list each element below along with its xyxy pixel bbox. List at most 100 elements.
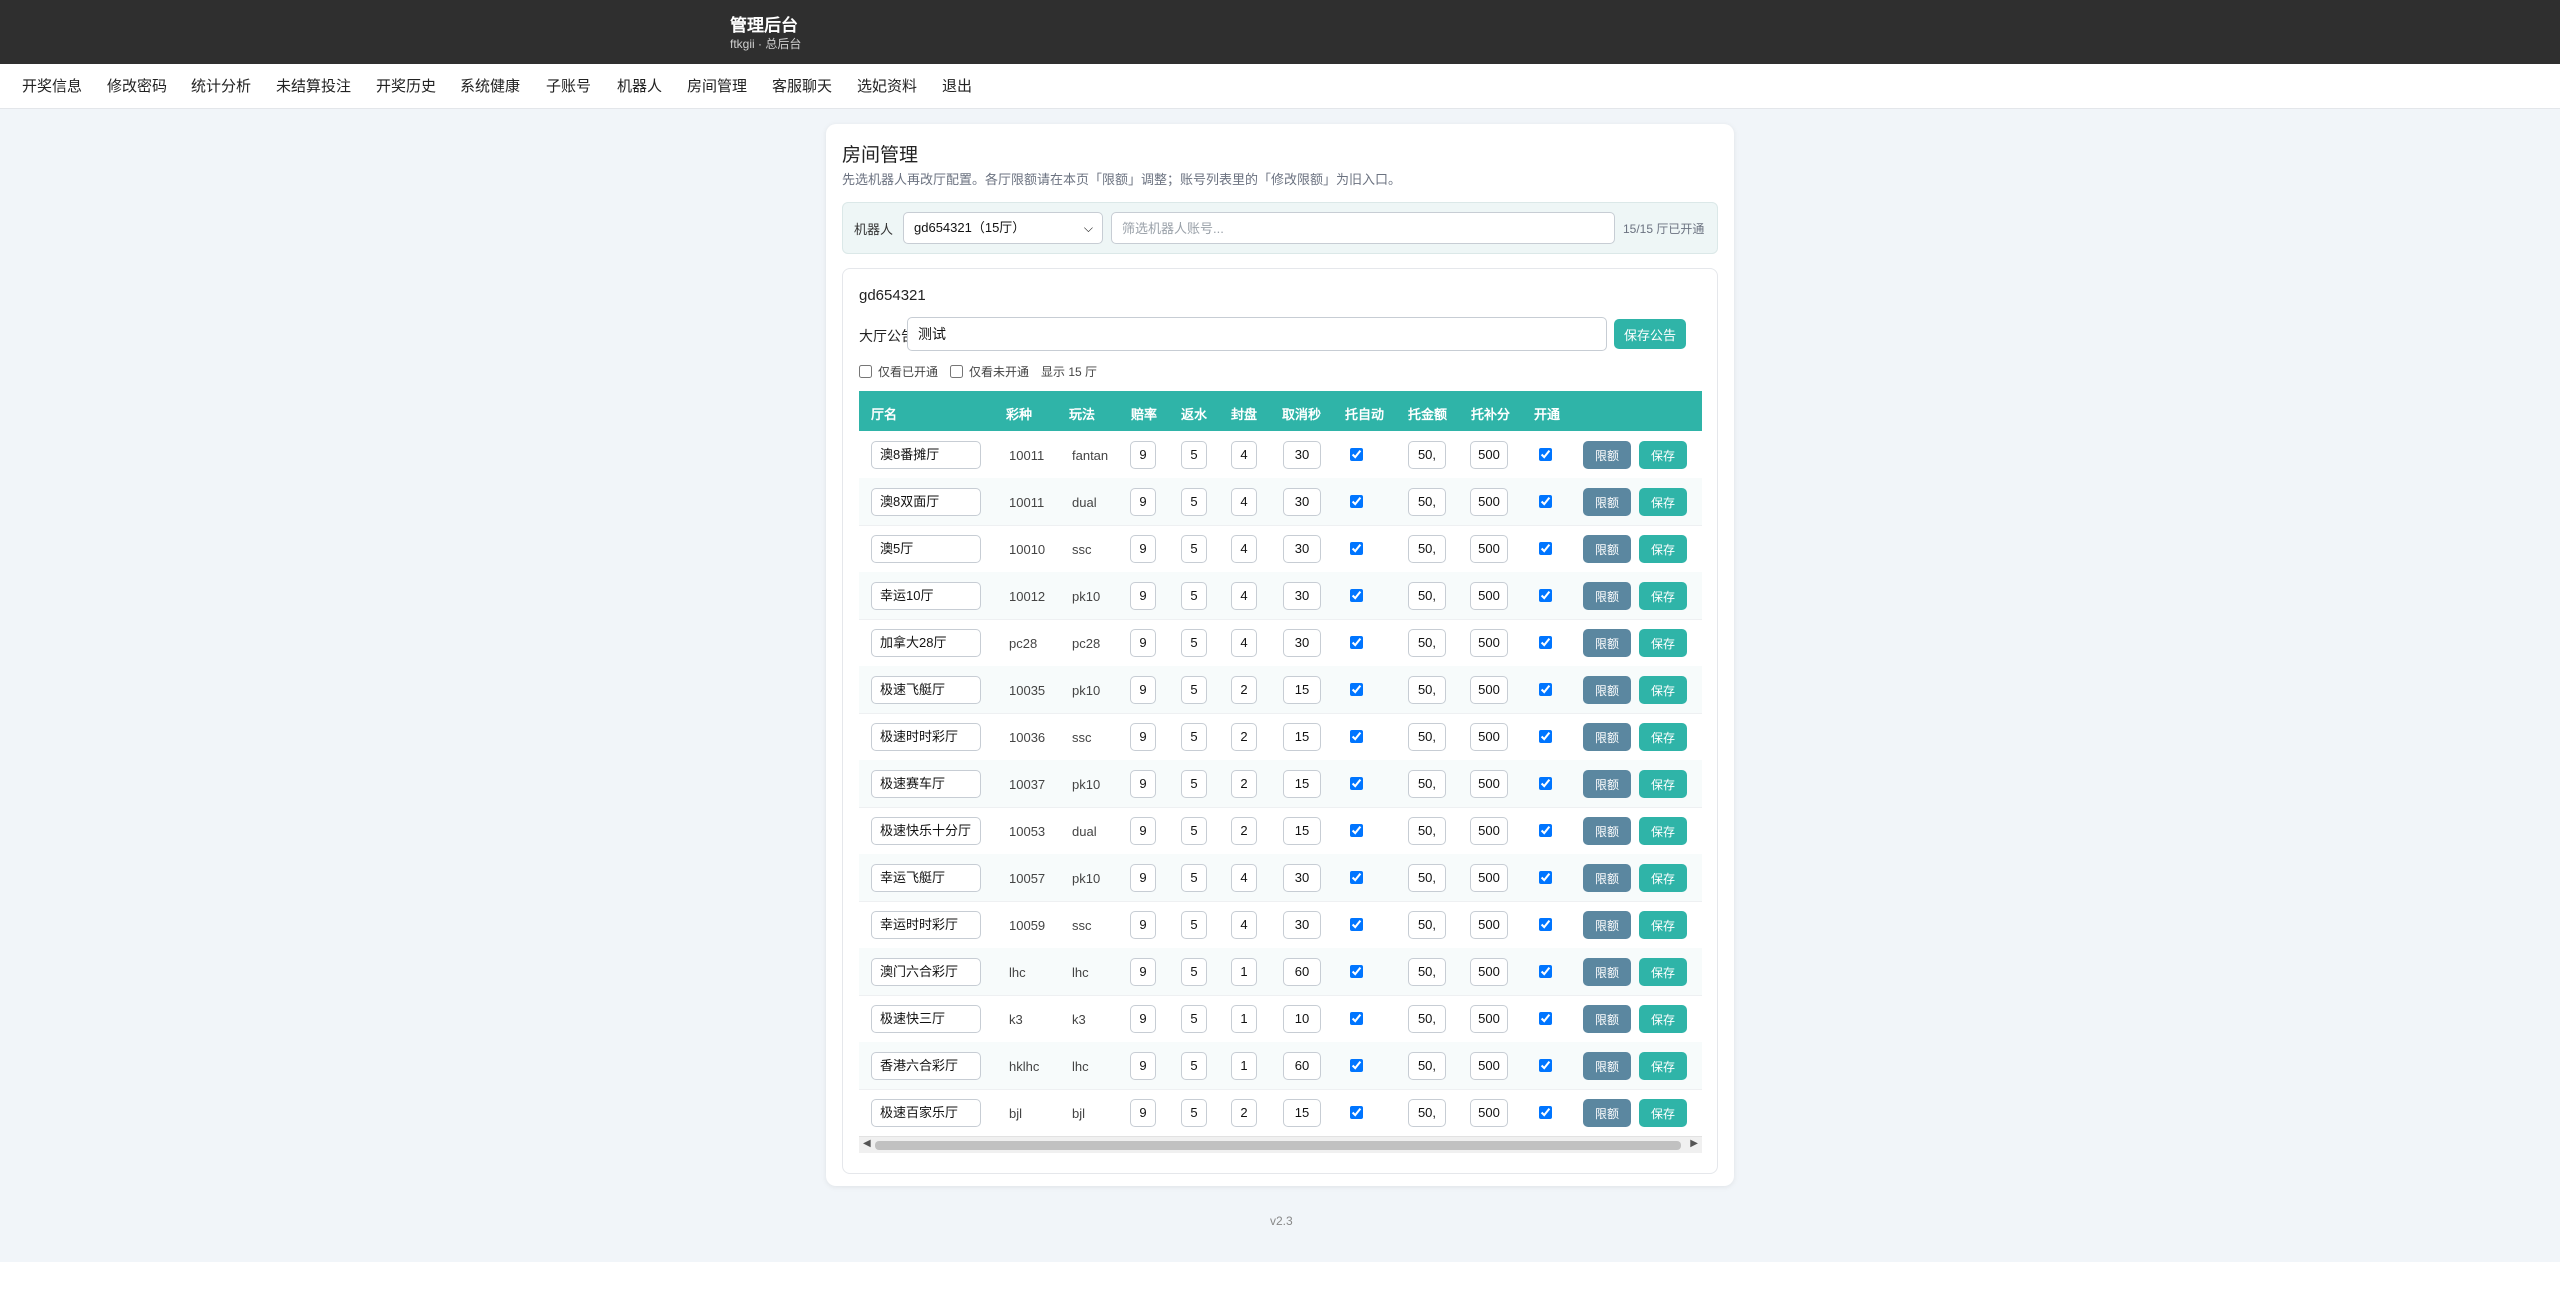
rebate-input[interactable]: 5	[1181, 770, 1207, 798]
bonus-input[interactable]: 500	[1470, 535, 1508, 563]
odds-input[interactable]: 9	[1130, 535, 1156, 563]
seal-input[interactable]: 2	[1231, 723, 1257, 751]
open-checkbox[interactable]	[1539, 777, 1552, 790]
cancel-seconds-input[interactable]: 60	[1283, 958, 1321, 986]
auto-checkbox[interactable]	[1350, 965, 1363, 978]
nav-item-draw-history[interactable]: 开奖历史	[376, 75, 436, 96]
odds-input[interactable]: 9	[1130, 911, 1156, 939]
bonus-input[interactable]: 500	[1470, 864, 1508, 892]
seal-input[interactable]: 2	[1231, 1099, 1257, 1127]
cancel-seconds-input[interactable]: 30	[1283, 441, 1321, 469]
cancel-seconds-input[interactable]: 15	[1283, 676, 1321, 704]
room-name-input[interactable]: 幸运飞艇厅	[871, 864, 981, 892]
bonus-input[interactable]: 500	[1470, 488, 1508, 516]
auto-checkbox[interactable]	[1350, 918, 1363, 931]
odds-input[interactable]: 9	[1130, 441, 1156, 469]
bonus-input[interactable]: 500	[1470, 441, 1508, 469]
filter-closed-checkbox[interactable]	[950, 365, 964, 378]
open-checkbox[interactable]	[1539, 636, 1552, 649]
room-name-input[interactable]: 极速快乐十分厅	[871, 817, 981, 845]
odds-input[interactable]: 9	[1130, 676, 1156, 704]
bonus-input[interactable]: 500	[1470, 958, 1508, 986]
rebate-input[interactable]: 5	[1181, 864, 1207, 892]
room-name-input[interactable]: 香港六合彩厅	[871, 1052, 981, 1080]
seal-input[interactable]: 2	[1231, 676, 1257, 704]
auto-checkbox[interactable]	[1350, 589, 1363, 602]
amount-input[interactable]: 50,	[1408, 817, 1446, 845]
rebate-input[interactable]: 5	[1181, 1005, 1207, 1033]
seal-input[interactable]: 1	[1231, 1052, 1257, 1080]
limit-button[interactable]: 限额	[1583, 770, 1631, 798]
rebate-input[interactable]: 5	[1181, 629, 1207, 657]
auto-checkbox[interactable]	[1350, 683, 1363, 696]
seal-input[interactable]: 1	[1231, 1005, 1257, 1033]
odds-input[interactable]: 9	[1130, 488, 1156, 516]
limit-button[interactable]: 限额	[1583, 629, 1631, 657]
seal-input[interactable]: 4	[1231, 629, 1257, 657]
seal-input[interactable]: 4	[1231, 582, 1257, 610]
cancel-seconds-input[interactable]: 15	[1283, 817, 1321, 845]
amount-input[interactable]: 50,	[1408, 1005, 1446, 1033]
limit-button[interactable]: 限额	[1583, 958, 1631, 986]
bonus-input[interactable]: 500	[1470, 1005, 1508, 1033]
seal-input[interactable]: 4	[1231, 488, 1257, 516]
odds-input[interactable]: 9	[1130, 723, 1156, 751]
open-checkbox[interactable]	[1539, 918, 1552, 931]
bonus-input[interactable]: 500	[1470, 770, 1508, 798]
filter-opened[interactable]: 仅看已开通	[859, 363, 938, 380]
open-checkbox[interactable]	[1539, 1059, 1552, 1072]
save-announcement-button[interactable]: 保存公告	[1614, 319, 1686, 349]
bonus-input[interactable]: 500	[1470, 582, 1508, 610]
room-name-input[interactable]: 澳8番摊厅	[871, 441, 981, 469]
amount-input[interactable]: 50,	[1408, 535, 1446, 563]
nav-item-system-health[interactable]: 系统健康	[460, 75, 520, 96]
nav-item-robots[interactable]: 机器人	[617, 75, 662, 96]
seal-input[interactable]: 4	[1231, 535, 1257, 563]
bonus-input[interactable]: 500	[1470, 1052, 1508, 1080]
auto-checkbox[interactable]	[1350, 1012, 1363, 1025]
open-checkbox[interactable]	[1539, 448, 1552, 461]
rebate-input[interactable]: 5	[1181, 958, 1207, 986]
amount-input[interactable]: 50,	[1408, 1099, 1446, 1127]
seal-input[interactable]: 4	[1231, 864, 1257, 892]
rebate-input[interactable]: 5	[1181, 817, 1207, 845]
room-name-input[interactable]: 澳门六合彩厅	[871, 958, 981, 986]
scroll-right-icon[interactable]: ▶	[1690, 1138, 1698, 1149]
nav-item-logout[interactable]: 退出	[942, 75, 972, 96]
limit-button[interactable]: 限额	[1583, 723, 1631, 751]
robot-filter-input[interactable]	[1111, 212, 1615, 244]
robot-select[interactable]: gd654321（15厅） ⌵	[903, 212, 1103, 244]
cancel-seconds-input[interactable]: 30	[1283, 535, 1321, 563]
auto-checkbox[interactable]	[1350, 1059, 1363, 1072]
filter-opened-checkbox[interactable]	[859, 365, 872, 378]
limit-button[interactable]: 限额	[1583, 441, 1631, 469]
save-row-button[interactable]: 保存	[1639, 958, 1687, 986]
limit-button[interactable]: 限额	[1583, 676, 1631, 704]
announcement-input[interactable]	[907, 317, 1607, 351]
odds-input[interactable]: 9	[1130, 864, 1156, 892]
odds-input[interactable]: 9	[1130, 770, 1156, 798]
save-row-button[interactable]: 保存	[1639, 676, 1687, 704]
nav-item-draw-info[interactable]: 开奖信息	[22, 75, 82, 96]
save-row-button[interactable]: 保存	[1639, 911, 1687, 939]
cancel-seconds-input[interactable]: 30	[1283, 488, 1321, 516]
open-checkbox[interactable]	[1539, 542, 1552, 555]
amount-input[interactable]: 50,	[1408, 441, 1446, 469]
save-row-button[interactable]: 保存	[1639, 864, 1687, 892]
limit-button[interactable]: 限额	[1583, 817, 1631, 845]
rebate-input[interactable]: 5	[1181, 1099, 1207, 1127]
seal-input[interactable]: 4	[1231, 441, 1257, 469]
bonus-input[interactable]: 500	[1470, 1099, 1508, 1127]
auto-checkbox[interactable]	[1350, 448, 1363, 461]
amount-input[interactable]: 50,	[1408, 770, 1446, 798]
nav-item-statistics[interactable]: 统计分析	[191, 75, 251, 96]
save-row-button[interactable]: 保存	[1639, 817, 1687, 845]
limit-button[interactable]: 限额	[1583, 535, 1631, 563]
room-name-input[interactable]: 幸运时时彩厅	[871, 911, 981, 939]
amount-input[interactable]: 50,	[1408, 723, 1446, 751]
save-row-button[interactable]: 保存	[1639, 629, 1687, 657]
rebate-input[interactable]: 5	[1181, 441, 1207, 469]
cancel-seconds-input[interactable]: 10	[1283, 1005, 1321, 1033]
auto-checkbox[interactable]	[1350, 871, 1363, 884]
auto-checkbox[interactable]	[1350, 824, 1363, 837]
